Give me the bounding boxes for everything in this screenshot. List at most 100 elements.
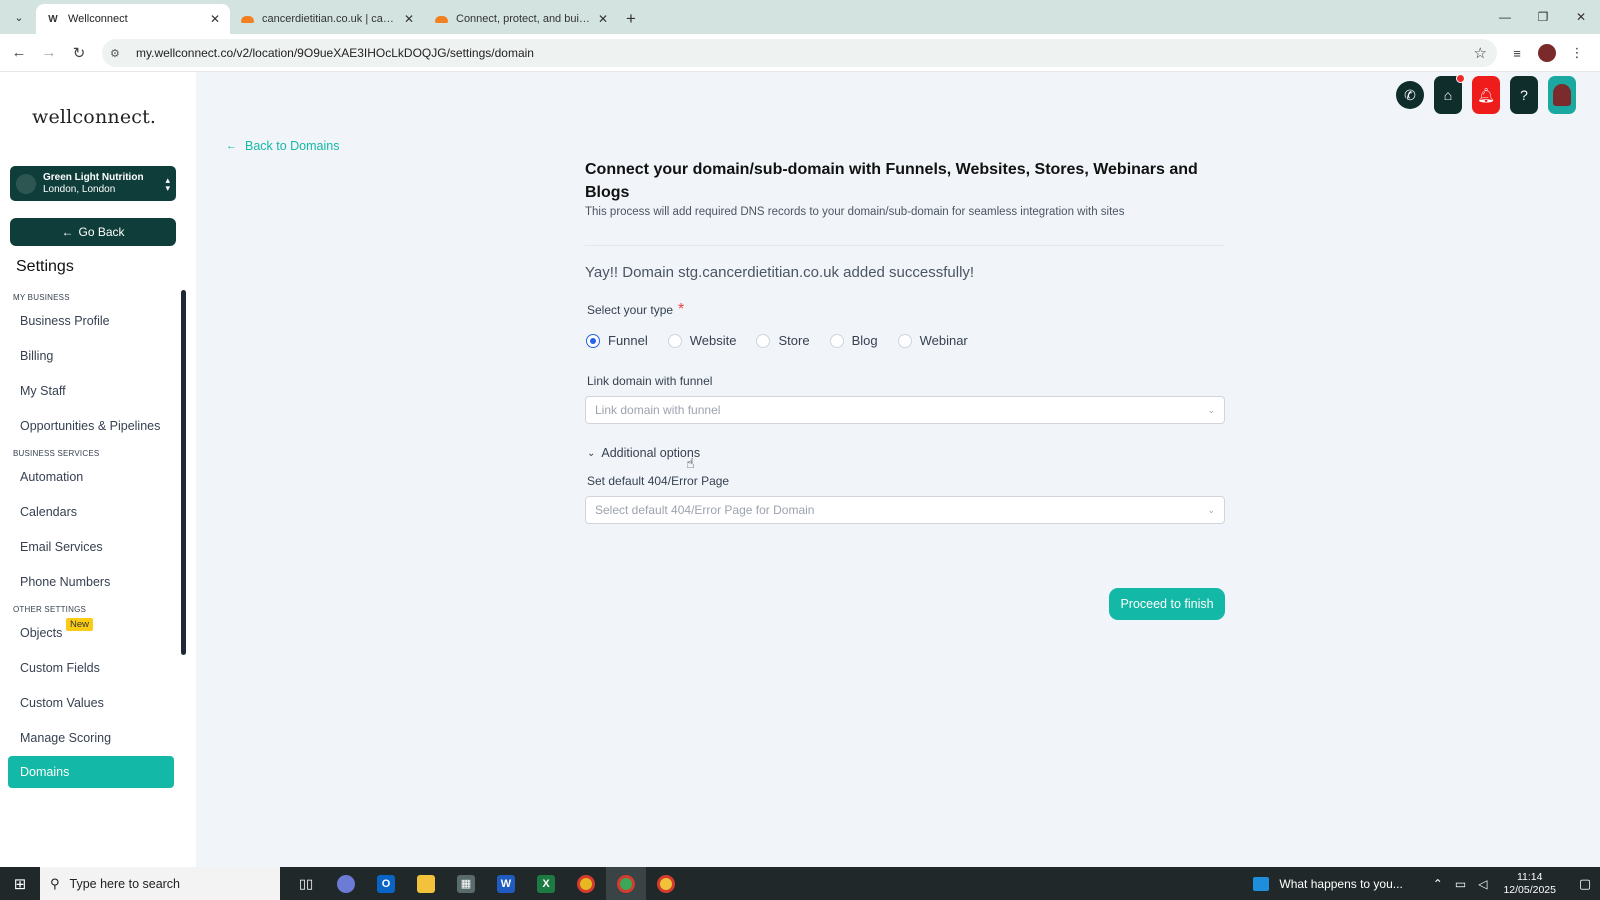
- radio-button[interactable]: [829, 333, 844, 348]
- taskbar-app-explorer[interactable]: [406, 867, 446, 900]
- settings-menu: MY BUSINESS Business Profile Billing My …: [0, 292, 180, 788]
- radio-blog[interactable]: Blog: [829, 333, 878, 348]
- radio-funnel[interactable]: Funnel: [586, 333, 648, 348]
- profile-avatar[interactable]: [1532, 38, 1562, 68]
- sidebar-item-label: Objects: [20, 626, 63, 640]
- excel-icon: X: [537, 874, 555, 893]
- sidebar-item-phone-numbers[interactable]: Phone Numbers: [0, 565, 180, 600]
- sort-caret-icon: ▴ ▾: [165, 174, 170, 193]
- sidebar-item-domains[interactable]: Domains: [8, 756, 174, 788]
- taskbar-clock[interactable]: 11:14 12/05/2025: [1503, 871, 1556, 897]
- cloudflare-icon: [240, 12, 254, 26]
- back-to-domains-label: Back to Domains: [245, 139, 340, 153]
- tab-search-button[interactable]: ⌄: [6, 5, 32, 29]
- volume-icon[interactable]: ◁: [1478, 877, 1487, 891]
- taskbar-app-outlook[interactable]: O: [366, 867, 406, 900]
- sidebar-item-automation[interactable]: Automation: [0, 460, 180, 495]
- wellconnect-logo[interactable]: wellconnect.: [32, 106, 156, 128]
- taskbar-app-chrome-profile[interactable]: [606, 867, 646, 900]
- settings-title: Settings: [16, 258, 74, 275]
- error-page-select[interactable]: Select default 404/Error Page for Domain…: [585, 496, 1225, 524]
- close-window-button[interactable]: ✕: [1562, 0, 1600, 34]
- header-actions: ✆ ⌂ 🔔︎ ?: [1396, 74, 1576, 114]
- app-icon: [337, 874, 355, 893]
- clock-time: 11:14: [1516, 870, 1543, 883]
- sidebar-item-my-staff[interactable]: My Staff: [0, 374, 180, 409]
- back-button[interactable]: ←: [4, 38, 34, 68]
- user-avatar-button[interactable]: [1548, 76, 1576, 114]
- sidebar-scrollbar[interactable]: [181, 290, 186, 655]
- radio-button[interactable]: [667, 333, 682, 348]
- restore-button[interactable]: ❐: [1524, 0, 1562, 34]
- word-icon: W: [497, 874, 515, 893]
- cloudflare-icon: [434, 12, 448, 26]
- taskbar-app-calculator[interactable]: ▦: [446, 867, 486, 900]
- browser-tab-bar: ⌄ W Wellconnect ✕ cancerdietitian.co.uk …: [0, 0, 1600, 34]
- forward-button[interactable]: →: [34, 38, 64, 68]
- close-tab-icon[interactable]: ✕: [598, 12, 608, 26]
- windows-start-button[interactable]: ⊞: [0, 867, 40, 900]
- taskbar-app-word[interactable]: W: [486, 867, 526, 900]
- tab-title: cancerdietitian.co.uk | cancerdietitian: [262, 13, 398, 25]
- location-switcher[interactable]: Green Light Nutrition London, London ▴ ▾: [10, 166, 176, 201]
- taskbar-app-copilot[interactable]: [326, 867, 366, 900]
- radio-website[interactable]: Website: [667, 333, 737, 348]
- arrow-right-icon: →: [41, 44, 57, 61]
- type-field: Select your type *: [587, 301, 1225, 319]
- taskbar-app-chrome[interactable]: [566, 867, 606, 900]
- radio-label: Website: [689, 333, 737, 348]
- taskbar-apps: ▯▯ O ▦ W X: [286, 867, 686, 900]
- task-view-button[interactable]: ▯▯: [286, 867, 326, 900]
- notification-center-icon[interactable]: ▢: [1570, 876, 1600, 892]
- sidebar-item-email-services[interactable]: Email Services: [0, 530, 180, 565]
- minimize-button[interactable]: —: [1486, 0, 1524, 34]
- radio-webinar[interactable]: Webinar: [897, 333, 968, 348]
- chevron-down-icon: ⌄: [14, 11, 24, 24]
- radio-button[interactable]: [756, 333, 771, 348]
- sidebar-item-custom-fields[interactable]: Custom Fields: [0, 651, 180, 686]
- news-headline: What happens to you...: [1279, 876, 1403, 891]
- network-icon[interactable]: ▭: [1455, 877, 1466, 891]
- close-tab-icon[interactable]: ✕: [404, 12, 414, 26]
- browser-tab-cancerdietitian[interactable]: cancerdietitian.co.uk | cancerdietitian …: [230, 4, 424, 34]
- radio-store[interactable]: Store: [756, 333, 810, 348]
- news-widget[interactable]: What happens to you...: [1253, 876, 1403, 891]
- sidebar-item-business-profile[interactable]: Business Profile: [0, 304, 180, 339]
- sidebar-item-opportunities-pipelines[interactable]: Opportunities & Pipelines: [0, 409, 180, 444]
- sidebar-item-calendars[interactable]: Calendars: [0, 495, 180, 530]
- close-tab-icon[interactable]: ✕: [210, 12, 220, 26]
- new-tab-button[interactable]: +: [618, 4, 644, 34]
- address-bar[interactable]: ⚙ my.wellconnect.co/v2/location/9O9ueXAE…: [102, 39, 1497, 67]
- additional-options-toggle[interactable]: ⌄ Additional options: [587, 446, 1225, 460]
- new-badge: New: [66, 618, 94, 631]
- radio-label: Funnel: [608, 333, 648, 348]
- bookmark-star-icon[interactable]: ☆: [1474, 44, 1487, 62]
- reload-button[interactable]: ↻: [64, 38, 94, 68]
- help-button[interactable]: ?: [1510, 76, 1538, 114]
- notifications-button[interactable]: 🔔︎: [1472, 76, 1500, 114]
- go-back-button[interactable]: ← Go Back: [10, 218, 176, 246]
- menu-kebab-icon[interactable]: ⋮: [1562, 38, 1592, 68]
- browser-tab-wellconnect[interactable]: W Wellconnect ✕: [36, 4, 230, 34]
- reload-icon: ↻: [72, 44, 86, 62]
- taskbar-search-box[interactable]: ⚲ Type here to search: [40, 867, 280, 900]
- phone-button[interactable]: ✆: [1396, 81, 1424, 109]
- proceed-to-finish-button[interactable]: Proceed to finish: [1109, 588, 1225, 620]
- calculator-icon: ▦: [457, 874, 475, 893]
- changelog-button[interactable]: ⌂: [1434, 74, 1465, 114]
- radio-button[interactable]: [897, 333, 912, 348]
- sidebar-item-objects[interactable]: Objects New: [0, 616, 180, 651]
- sidebar-item-manage-scoring[interactable]: Manage Scoring: [0, 721, 180, 756]
- sidebar-item-custom-values[interactable]: Custom Values: [0, 686, 180, 721]
- browser-tab-cloudflare[interactable]: Connect, protect, and build everywhere ✕: [424, 4, 618, 34]
- link-domain-select[interactable]: Link domain with funnel ⌄: [585, 396, 1225, 424]
- media-controls-icon[interactable]: ≡: [1502, 38, 1532, 68]
- help-circle-icon: ?: [1520, 87, 1528, 103]
- radio-button[interactable]: [586, 333, 600, 348]
- back-to-domains-link[interactable]: ← Back to Domains: [226, 139, 339, 153]
- taskbar-app-excel[interactable]: X: [526, 867, 566, 900]
- site-info-icon[interactable]: ⚙: [110, 47, 128, 60]
- taskbar-app-chrome-profile-2[interactable]: [646, 867, 686, 900]
- chevron-up-icon[interactable]: ⌃: [1433, 877, 1443, 891]
- sidebar-item-billing[interactable]: Billing: [0, 339, 180, 374]
